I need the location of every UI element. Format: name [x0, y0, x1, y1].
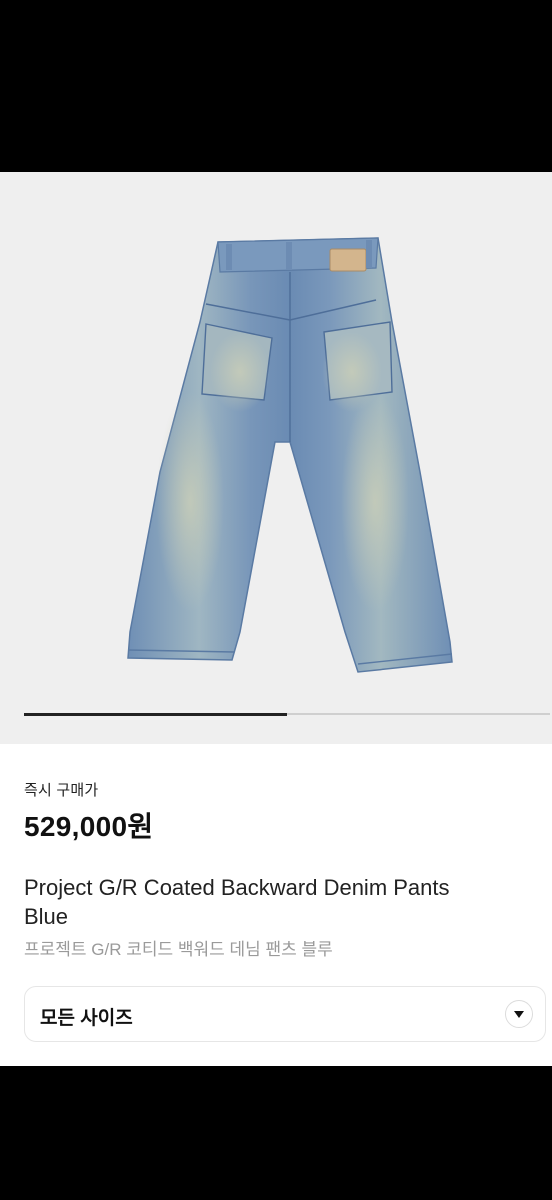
instant-buy-label: 즉시 구매가	[24, 782, 99, 799]
gallery-progress-track	[24, 712, 550, 716]
chevron-down-icon[interactable]	[505, 1000, 533, 1028]
size-select[interactable]: 모든 사이즈	[24, 986, 546, 1042]
bottom-bar-black	[0, 1066, 552, 1200]
product-screen: 즉시 구매가 529,000원 Project G/R Coated Backw…	[0, 172, 552, 1066]
gallery-progress-fill	[24, 712, 287, 716]
product-title-ko: 프로젝트 G/R 코티드 백워드 데님 팬츠 블루	[24, 940, 333, 959]
product-image[interactable]	[0, 172, 552, 744]
denim-pants-image	[127, 237, 453, 673]
product-title-en: Project G/R Coated Backward Denim Pants …	[24, 875, 450, 929]
status-bar-black	[0, 0, 552, 172]
price: 529,000원	[24, 811, 154, 842]
size-select-label: 모든 사이즈	[40, 1008, 133, 1029]
